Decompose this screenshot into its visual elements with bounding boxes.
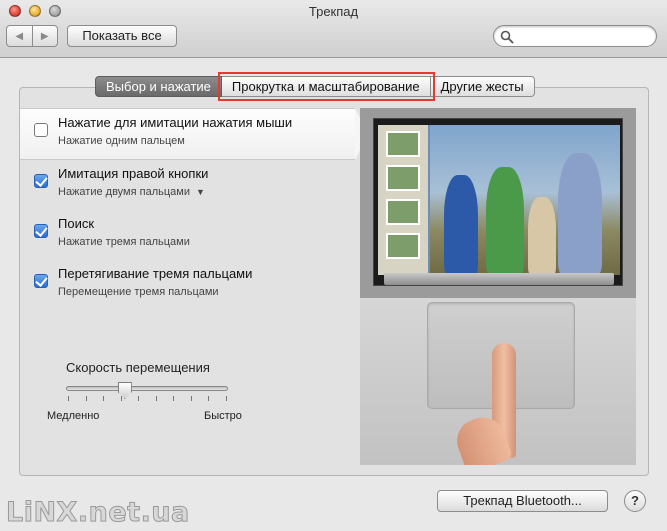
- slider-tick: [138, 396, 140, 401]
- secondary-click-checkbox[interactable]: [34, 174, 48, 188]
- three-finger-drag-checkbox[interactable]: [34, 274, 48, 288]
- person-figure: [444, 175, 478, 275]
- option-title: Имитация правой кнопки: [58, 166, 209, 181]
- back-button[interactable]: ◀: [7, 26, 33, 46]
- slider-tick: [85, 396, 87, 401]
- person-figure: [528, 197, 556, 275]
- preview-dock: [384, 273, 614, 285]
- slider-max-label: Быстро: [204, 410, 242, 422]
- bluetooth-trackpad-button[interactable]: Трекпад Bluetooth...: [437, 490, 608, 512]
- photo-thumbnail: [386, 233, 420, 259]
- chevron-down-icon: ▼: [195, 187, 205, 197]
- settings-panel: Нажатие для имитации нажатия мыши Нажати…: [19, 87, 649, 476]
- forward-button[interactable]: ▶: [33, 26, 58, 46]
- tab-point-and-click[interactable]: Выбор и нажатие: [95, 76, 222, 97]
- slider-min-label: Медленно: [47, 410, 100, 422]
- tab-bar: Выбор и нажатие Прокрутка и масштабирова…: [95, 72, 535, 101]
- person-figure: [558, 153, 602, 275]
- person-figure: [486, 167, 524, 275]
- slider-tick: [226, 396, 227, 401]
- preview-photo-app: [378, 125, 620, 275]
- option-subtitle: Нажатие одним пальцем: [58, 135, 185, 147]
- photo-thumbnail: [386, 131, 420, 157]
- tracking-speed-label: Скорость перемещения: [66, 360, 210, 375]
- tracking-speed-slider[interactable]: [66, 386, 228, 391]
- lookup-checkbox[interactable]: [34, 224, 48, 238]
- option-title: Нажатие для имитации нажатия мыши: [58, 115, 293, 130]
- slider-tick: [190, 396, 192, 401]
- show-all-button[interactable]: Показать все: [67, 25, 177, 47]
- slider-tick: [103, 396, 105, 401]
- tab-scroll-and-zoom[interactable]: Прокрутка и масштабирование: [217, 72, 435, 101]
- option-subtitle: Нажатие двумя пальцами: [58, 186, 190, 198]
- option-title: Поиск: [58, 216, 95, 231]
- search-input[interactable]: [493, 25, 657, 47]
- preview-photo-sidebar: [378, 125, 428, 275]
- option-three-finger-drag[interactable]: Перетягивание тремя пальцами Перемещение…: [20, 260, 355, 312]
- gesture-preview-video: [360, 108, 636, 465]
- slider-tick: [155, 396, 157, 401]
- slider-tick: [173, 396, 175, 401]
- option-subtitle: Перемещение тремя пальцами: [58, 286, 219, 298]
- option-tap-to-click[interactable]: Нажатие для имитации нажатия мыши Нажати…: [20, 108, 368, 160]
- watermark-logo: LiNX.net.ua: [6, 497, 190, 529]
- help-button[interactable]: ?: [624, 490, 646, 512]
- secondary-click-dropdown[interactable]: Нажатие двумя пальцами ▼: [58, 186, 205, 198]
- back-forward-control: ◀ ▶: [6, 25, 58, 47]
- photo-thumbnail: [386, 199, 420, 225]
- family-photo: [430, 125, 620, 275]
- option-subtitle: Нажатие тремя пальцами: [58, 236, 190, 248]
- option-lookup[interactable]: Поиск Нажатие тремя пальцами: [20, 210, 355, 262]
- search-icon: [500, 30, 514, 44]
- photo-thumbnail: [386, 165, 420, 191]
- slider-tick: [68, 396, 69, 401]
- preview-screen: [373, 118, 623, 286]
- tap-to-click-checkbox[interactable]: [34, 123, 48, 137]
- title-bar: Трекпад ◀ ▶ Показать все: [0, 0, 667, 58]
- slider-tick: [208, 396, 210, 401]
- slider-tick: [120, 396, 122, 401]
- option-secondary-click[interactable]: Имитация правой кнопки Нажатие двумя пал…: [20, 160, 355, 212]
- window-title: Трекпад: [308, 4, 359, 19]
- option-title: Перетягивание тремя пальцами: [58, 266, 253, 281]
- tab-more-gestures[interactable]: Другие жесты: [430, 76, 535, 97]
